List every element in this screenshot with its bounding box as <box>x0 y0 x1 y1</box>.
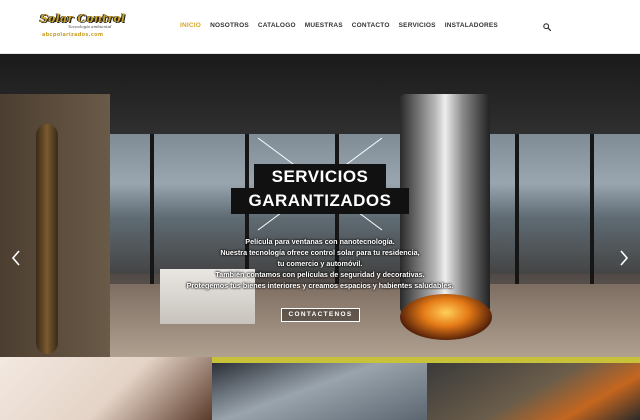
logo-tagline: Tecnología ambiental <box>68 24 112 29</box>
feature-image-tile[interactable] <box>212 363 427 420</box>
hero-description-line: Protegemos tus bienes interiores y cream… <box>186 281 454 290</box>
nav-item-catalogo[interactable]: CATALOGO <box>258 22 296 29</box>
hero-title-line2-wrap: GARANTIZADOS <box>0 188 640 214</box>
hero-description: Película para ventanas con nanotecnologí… <box>120 236 520 291</box>
hero-slider: SERVICIOS GARANTIZADOS Película para ven… <box>0 54 640 357</box>
hero-title-line2: GARANTIZADOS <box>230 188 410 214</box>
contact-us-button[interactable]: CONTACTENOS <box>281 308 360 322</box>
feature-image-tile[interactable] <box>0 357 212 420</box>
nav-item-contacto[interactable]: CONTACTO <box>352 22 390 29</box>
hero-description-line: Nuestra tecnología ofrece control solar … <box>220 248 420 257</box>
search-icon[interactable] <box>543 23 551 31</box>
hero-description-line: tu comercio y automóvil. <box>277 259 363 268</box>
nav-item-muestras[interactable]: MUESTRAS <box>305 22 343 29</box>
nav-item-instaladores[interactable]: INSTALADORES <box>445 22 498 29</box>
chevron-right-icon[interactable] <box>618 250 630 266</box>
nav-item-nosotros[interactable]: NOSOTROS <box>210 22 249 29</box>
nav-item-servicios[interactable]: SERVICIOS <box>399 22 436 29</box>
hero-description-line: Película para ventanas con nanotecnologí… <box>245 237 395 246</box>
nav-item-inicio[interactable]: INICIO <box>180 22 201 29</box>
hero-description-line: También contamos con películas de seguri… <box>215 270 425 279</box>
chevron-left-icon[interactable] <box>10 250 22 266</box>
main-nav: INICIO NOSOTROS CATALOGO MUESTRAS CONTAC… <box>180 22 507 29</box>
hero-title-line1: SERVICIOS <box>253 164 387 190</box>
hero-title-line1-wrap: SERVICIOS <box>0 164 640 190</box>
feature-image-tile[interactable] <box>427 363 640 420</box>
logo-url: abcpolarizados.com <box>42 32 104 38</box>
site-header: Solar Control Tecnología ambiental abcpo… <box>0 0 640 54</box>
site-logo[interactable]: Solar Control Tecnología ambiental abcpo… <box>40 12 125 40</box>
